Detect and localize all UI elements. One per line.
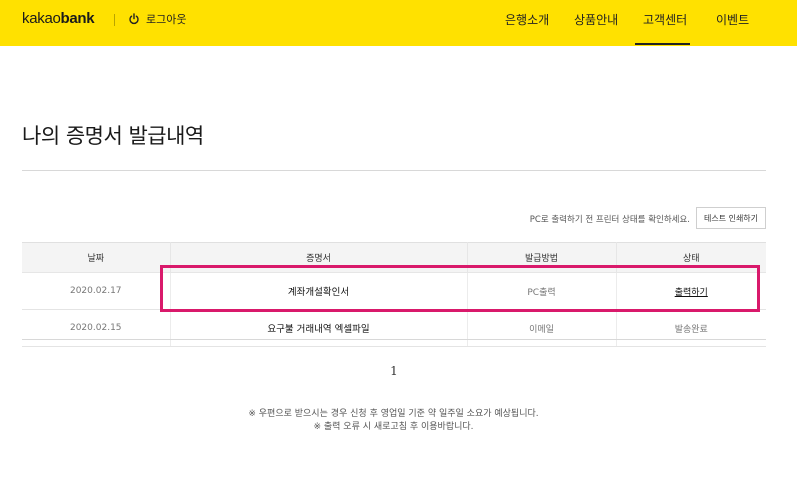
logo-text-bank: bank (60, 10, 95, 27)
logout-label: 로그아웃 (146, 13, 187, 26)
footnote-print-error: ※ 출력 오류 시 새로고침 후 이용바랍니다. (313, 422, 474, 432)
top-navigation-bar: kakaobank 로그아웃 은행소개 상품안내 고객센터 이벤트 (0, 0, 797, 46)
nav-item-bank-intro[interactable]: 은행소개 (505, 11, 549, 28)
footnotes: ※ 우편으로 받으시는 경우 신청 후 영업일 기준 약 일주일 소요가 예상됩… (0, 408, 787, 434)
row-date: 2020.02.17 (22, 272, 171, 310)
table-row: 2020.02.17 계좌개설확인서 PC출력 출력하기 (22, 272, 766, 310)
row-status: 발송완료 (616, 309, 766, 347)
column-header-status: 상태 (616, 242, 766, 273)
row-document: 요구불 거래내역 엑셀파일 (170, 309, 468, 347)
power-icon (129, 13, 139, 25)
column-header-date: 날짜 (22, 242, 171, 273)
column-header-method: 발급방법 (467, 242, 617, 273)
table-bottom-divider (22, 339, 766, 340)
table-header-row: 날짜 증명서 발급방법 상태 (22, 242, 766, 273)
table-row: 2020.02.15 요구불 거래내역 엑셀파일 이메일 발송완료 (22, 309, 766, 347)
row-date: 2020.02.15 (22, 309, 171, 347)
print-notice: PC로 출력하기 전 프린터 상태를 확인하세요. (529, 215, 690, 225)
test-print-button[interactable]: 테스트 인쇄하기 (696, 207, 766, 229)
page-title: 나의 증명서 발급내역 (22, 124, 204, 148)
kakaobank-logo[interactable]: kakaobank (22, 10, 95, 27)
nav-item-customer-center[interactable]: 고객센터 (643, 11, 687, 28)
certificate-history-table: 날짜 증명서 발급방법 상태 2020.02.17 계좌개설확인서 PC출력 출… (22, 242, 766, 347)
active-nav-indicator (635, 43, 690, 45)
header-divider (114, 14, 115, 26)
row-status-cell: 출력하기 (616, 272, 766, 310)
logo-text-kakao: kakao (22, 10, 61, 27)
logout-button[interactable]: 로그아웃 (128, 11, 186, 27)
nav-item-events[interactable]: 이벤트 (716, 11, 749, 28)
pagination-current-page[interactable]: 1 (384, 364, 404, 378)
row-method: 이메일 (467, 309, 617, 347)
row-method: PC출력 (467, 272, 617, 310)
row-document: 계좌개설확인서 (170, 272, 468, 310)
column-header-document: 증명서 (170, 242, 468, 273)
footnote-mail-delivery: ※ 우편으로 받으시는 경우 신청 후 영업일 기준 약 일주일 소요가 예상됩… (248, 409, 539, 419)
print-link[interactable]: 출력하기 (675, 288, 708, 298)
title-divider (22, 170, 766, 171)
nav-item-products[interactable]: 상품안내 (574, 11, 618, 28)
